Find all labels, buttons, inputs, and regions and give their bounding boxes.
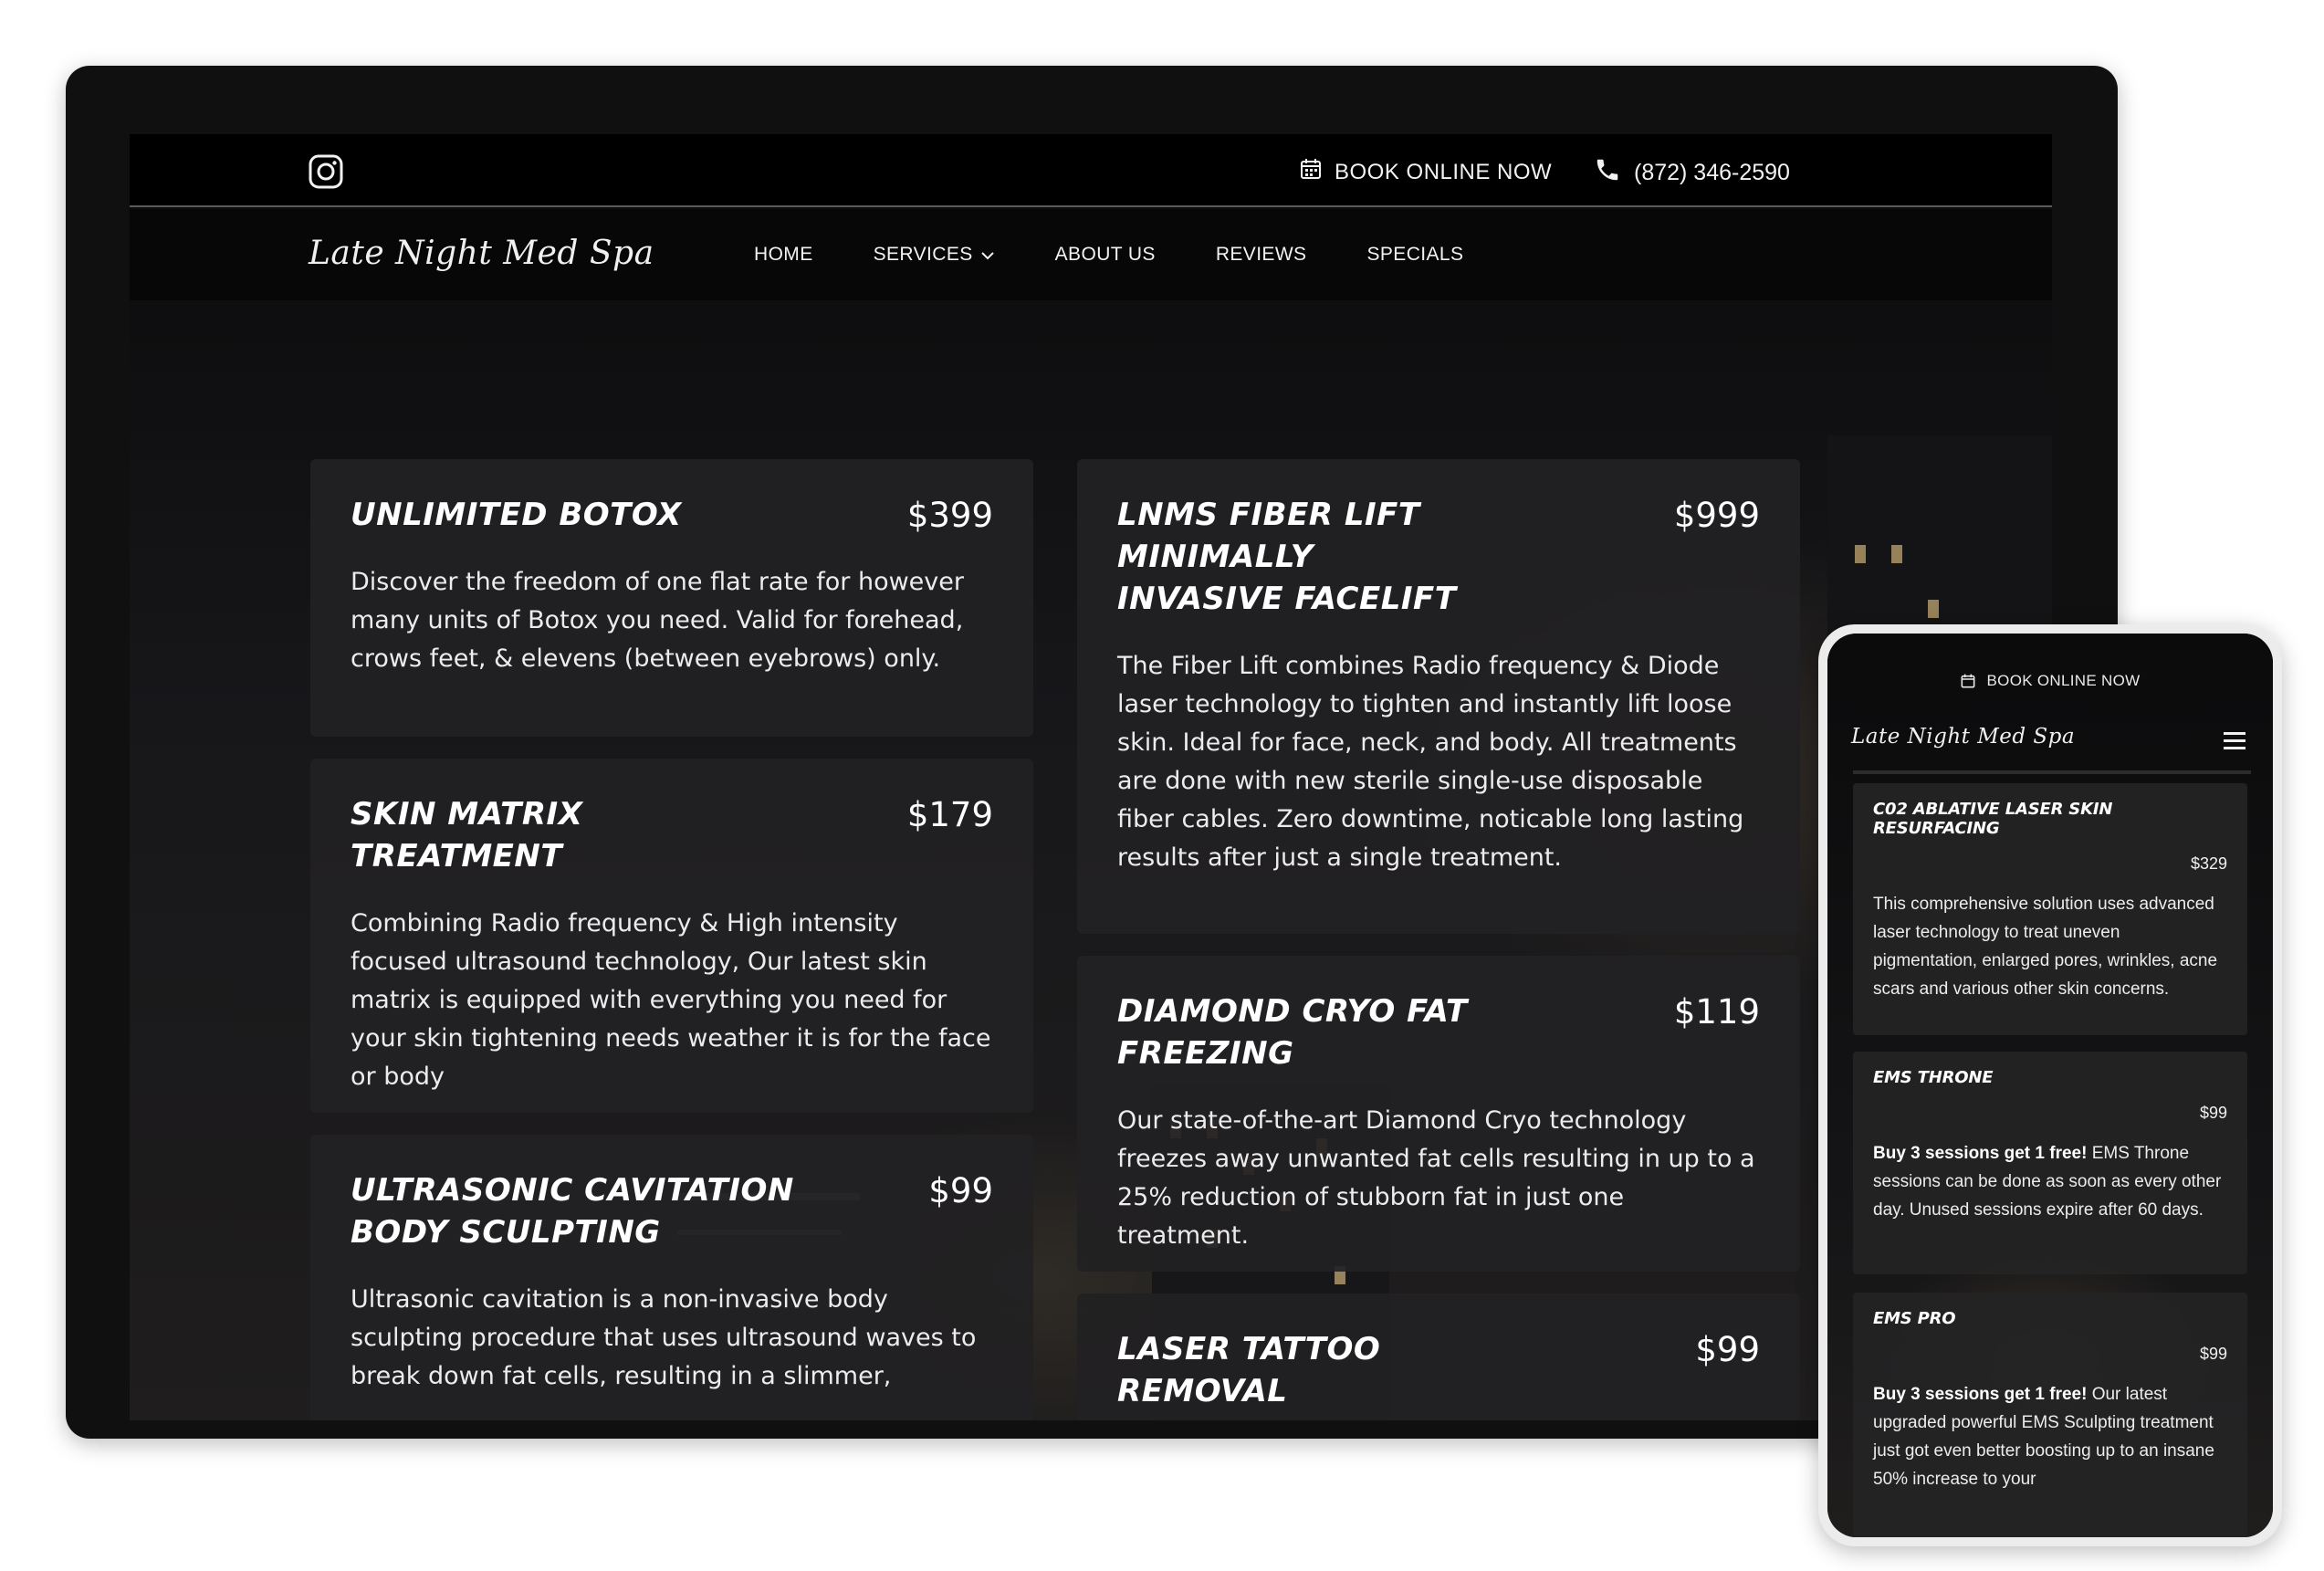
book-online-label: BOOK ONLINE NOW <box>1335 159 1553 184</box>
phone-icon <box>1594 156 1621 190</box>
service-price: $399 <box>906 496 993 535</box>
nav-item-services-label: SERVICES <box>873 244 973 265</box>
service-title: SKIN MATRIX TREATMENT <box>351 796 583 875</box>
mobile-service-card-ems-pro: EMS PRO $99 Buy 3 sessions get 1 free! O… <box>1853 1293 2247 1537</box>
service-price: $99 <box>1695 1330 1760 1369</box>
service-card-ultrasonic-cavitation: ULTRASONIC CAVITATION BODY SCULPTING $99… <box>310 1135 1033 1420</box>
mobile-service-title: C02 ABLATIVE LASER SKIN RESURFACING <box>1873 800 2113 838</box>
mobile-service-price: $329 <box>2190 854 2227 873</box>
service-title: LASER TATTOO REMOVAL <box>1117 1331 1381 1409</box>
mobile-service-description: Buy 3 sessions get 1 free! Our latest up… <box>1873 1385 2214 1489</box>
mobile-service-title: EMS THRONE <box>1873 1068 1994 1087</box>
nav-item-reviews[interactable]: REVIEWS <box>1216 244 1307 266</box>
calendar-icon <box>1300 158 1322 186</box>
instagram-icon[interactable] <box>309 154 343 189</box>
service-title: UNLIMITED BOTOX <box>351 497 682 533</box>
mobile-book-online-label: BOOK ONLINE NOW <box>1986 672 2141 689</box>
main-navigation: Late Night Med Spa HOME SERVICES ABOUT U… <box>130 209 2052 300</box>
desktop-device-frame: BOOK ONLINE NOW (872) 346-2590 Late Nigh… <box>66 66 2118 1439</box>
service-price: $119 <box>1673 992 1760 1032</box>
service-card-laser-tattoo-removal: LASER TATTOO REMOVAL $99 <box>1077 1293 1800 1420</box>
mobile-device-frame: BOOK ONLINE NOW Late Night Med Spa C02 A… <box>1818 624 2282 1546</box>
nav-menu: HOME SERVICES ABOUT US REVIEWS SPECIALS <box>754 244 1463 266</box>
mobile-service-price: $99 <box>2199 1104 2227 1122</box>
service-price: $999 <box>1673 496 1760 535</box>
mobile-service-promo: Buy 3 sessions get 1 free! <box>1873 1385 2088 1404</box>
service-description: Ultrasonic cavitation is a non-invasive … <box>351 1285 977 1390</box>
site-logo[interactable]: Late Night Med Spa <box>309 235 654 272</box>
top-utility-bar: BOOK ONLINE NOW (872) 346-2590 <box>130 134 2052 207</box>
hamburger-menu-icon[interactable] <box>2224 732 2245 750</box>
mobile-header-divider <box>1853 770 2251 774</box>
service-card-skin-matrix: SKIN MATRIX TREATMENT $179 Combining Rad… <box>310 759 1033 1113</box>
book-online-link[interactable]: BOOK ONLINE NOW <box>1300 158 1552 186</box>
service-price: $179 <box>906 795 993 834</box>
service-card-diamond-cryo: DIAMOND CRYO FAT FREEZING $119 Our state… <box>1077 956 1800 1272</box>
nav-item-services[interactable]: SERVICES <box>874 244 995 266</box>
phone-number: (872) 346-2590 <box>1634 160 1790 185</box>
mobile-service-promo: Buy 3 sessions get 1 free! <box>1873 1144 2088 1163</box>
desktop-screen: BOOK ONLINE NOW (872) 346-2590 Late Nigh… <box>130 134 2052 1420</box>
service-description: The Fiber Lift combines Radio frequency … <box>1117 652 1744 872</box>
mobile-service-card-co2-laser: C02 ABLATIVE LASER SKIN RESURFACING $329… <box>1853 783 2247 1035</box>
mobile-service-title: EMS PRO <box>1873 1309 1956 1328</box>
mobile-service-description: This comprehensive solution uses advance… <box>1873 895 2218 999</box>
mobile-service-description: Buy 3 sessions get 1 free! EMS Throne se… <box>1873 1144 2222 1220</box>
service-title: DIAMOND CRYO FAT FREEZING <box>1117 993 1468 1072</box>
chevron-down-icon <box>980 244 995 266</box>
service-title: LNMS FIBER LIFT MINIMALLY INVASIVE FACEL… <box>1117 497 1457 617</box>
service-title: ULTRASONIC CAVITATION BODY SCULPTING <box>351 1172 794 1251</box>
service-price: $99 <box>928 1171 993 1210</box>
nav-item-about-us[interactable]: ABOUT US <box>1055 244 1156 266</box>
service-card-unlimited-botox: UNLIMITED BOTOX $399 Discover the freedo… <box>310 459 1033 737</box>
mobile-screen: BOOK ONLINE NOW Late Night Med Spa C02 A… <box>1827 634 2273 1537</box>
nav-item-specials[interactable]: SPECIALS <box>1366 244 1463 266</box>
service-description: Discover the freedom of one flat rate fo… <box>351 568 964 673</box>
mobile-service-price: $99 <box>2199 1345 2227 1363</box>
nav-item-home[interactable]: HOME <box>754 244 813 266</box>
mobile-site-logo[interactable]: Late Night Med Spa <box>1851 725 2075 749</box>
service-card-fiber-lift: LNMS FIBER LIFT MINIMALLY INVASIVE FACEL… <box>1077 459 1800 934</box>
mobile-service-card-ems-throne: EMS THRONE $99 Buy 3 sessions get 1 free… <box>1853 1052 2247 1274</box>
service-description: Combining Radio frequency & High intensi… <box>351 909 991 1091</box>
mobile-book-online-link[interactable]: BOOK ONLINE NOW <box>1827 672 2273 693</box>
calendar-icon <box>1961 674 1975 693</box>
service-description: Our state-of-the-art Diamond Cryo techno… <box>1117 1106 1755 1250</box>
phone-link[interactable]: (872) 346-2590 <box>1594 156 1790 190</box>
